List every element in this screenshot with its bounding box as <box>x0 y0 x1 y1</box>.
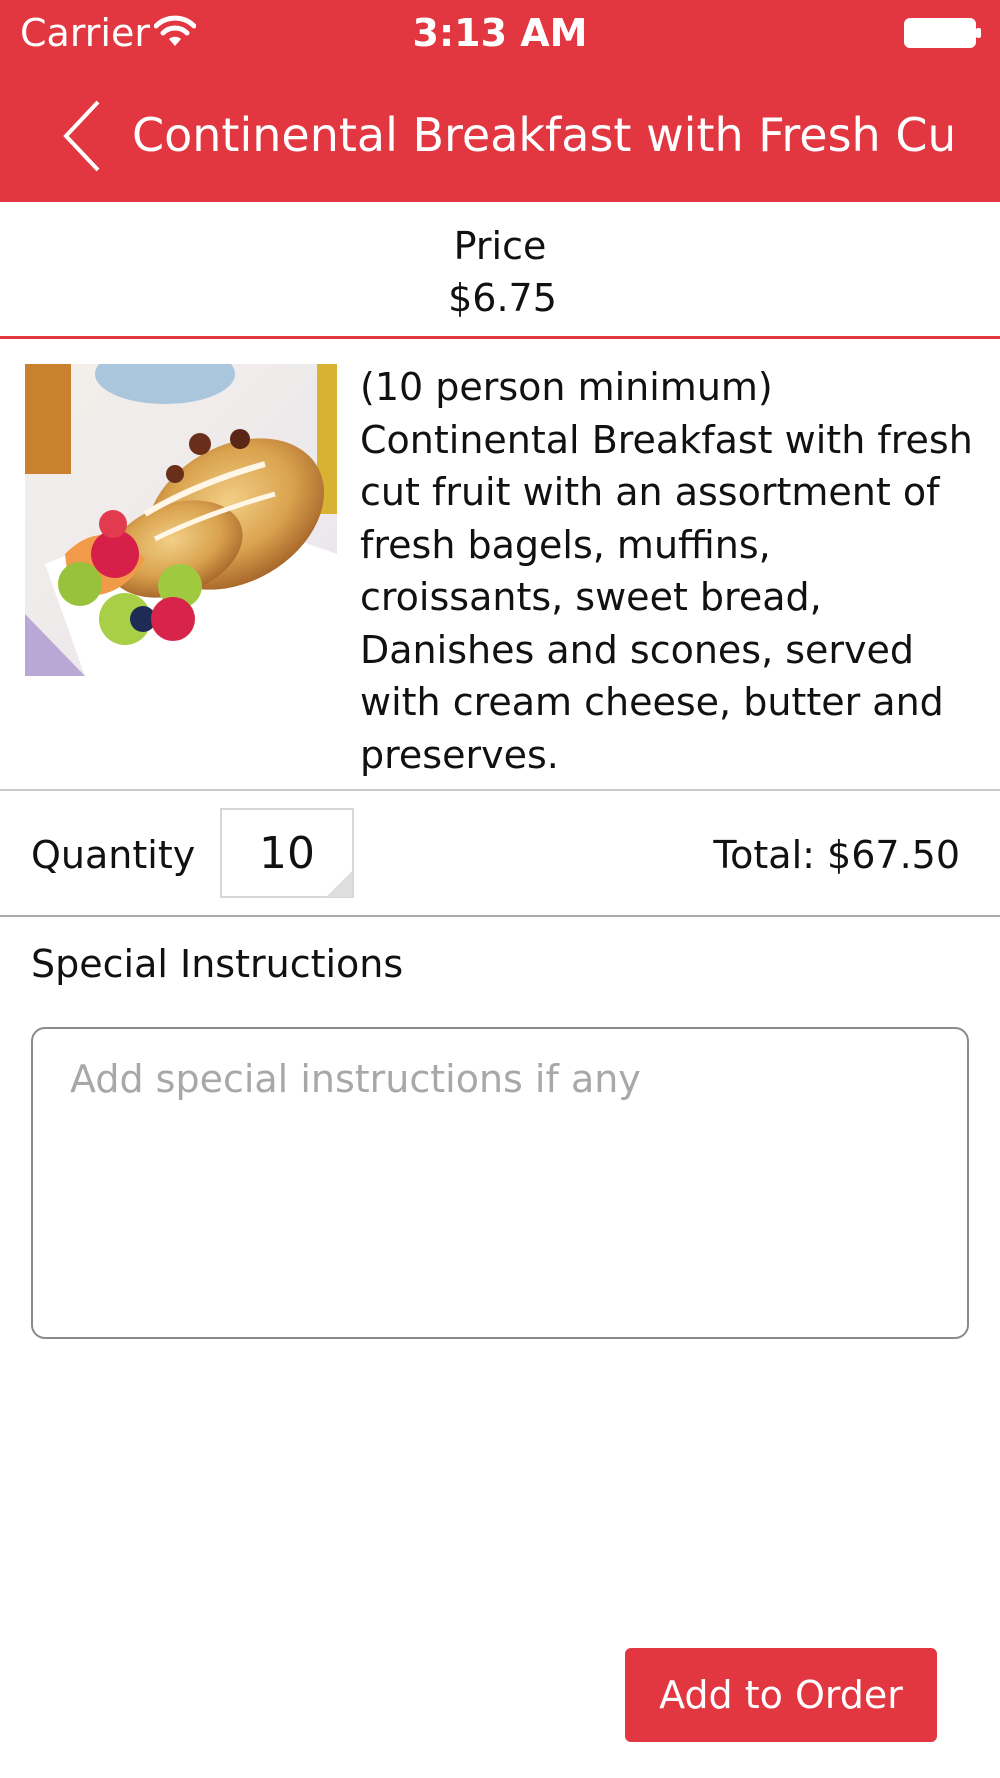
battery-icon <box>904 18 981 48</box>
page-title: Continental Breakfast with Fresh Cut··· <box>132 108 952 162</box>
breakfast-pastry-fruit-image <box>25 364 337 676</box>
order-total: Total: $67.50 <box>713 833 960 877</box>
item-detail-screen: Carrier 3:13 AM Continental Breakfast wi… <box>0 0 1000 1778</box>
price-value: $6.75 <box>448 276 557 320</box>
chevron-left-icon[interactable] <box>58 96 108 176</box>
price-section: Price $6.75 <box>0 202 1000 339</box>
nav-bar: Continental Breakfast with Fresh Cut··· <box>0 68 1000 202</box>
status-time: 3:13 AM <box>412 11 588 55</box>
price-label: Price <box>453 224 547 268</box>
header: Carrier 3:13 AM Continental Breakfast wi… <box>0 0 1000 202</box>
product-description-section: (10 person minimum) Continental Breakfas… <box>0 339 1000 791</box>
product-description: (10 person minimum) Continental Breakfas… <box>360 365 973 777</box>
product-image <box>25 364 337 676</box>
quantity-row: Quantity Total: $67.50 <box>0 791 1000 917</box>
quantity-input[interactable] <box>220 808 354 898</box>
special-instructions-field[interactable] <box>31 1027 969 1339</box>
special-instructions-label: Special Instructions <box>31 942 404 986</box>
add-to-order-button[interactable]: Add to Order <box>625 1648 937 1742</box>
quantity-label: Quantity <box>31 833 196 877</box>
status-bar: Carrier 3:13 AM <box>0 0 1000 68</box>
